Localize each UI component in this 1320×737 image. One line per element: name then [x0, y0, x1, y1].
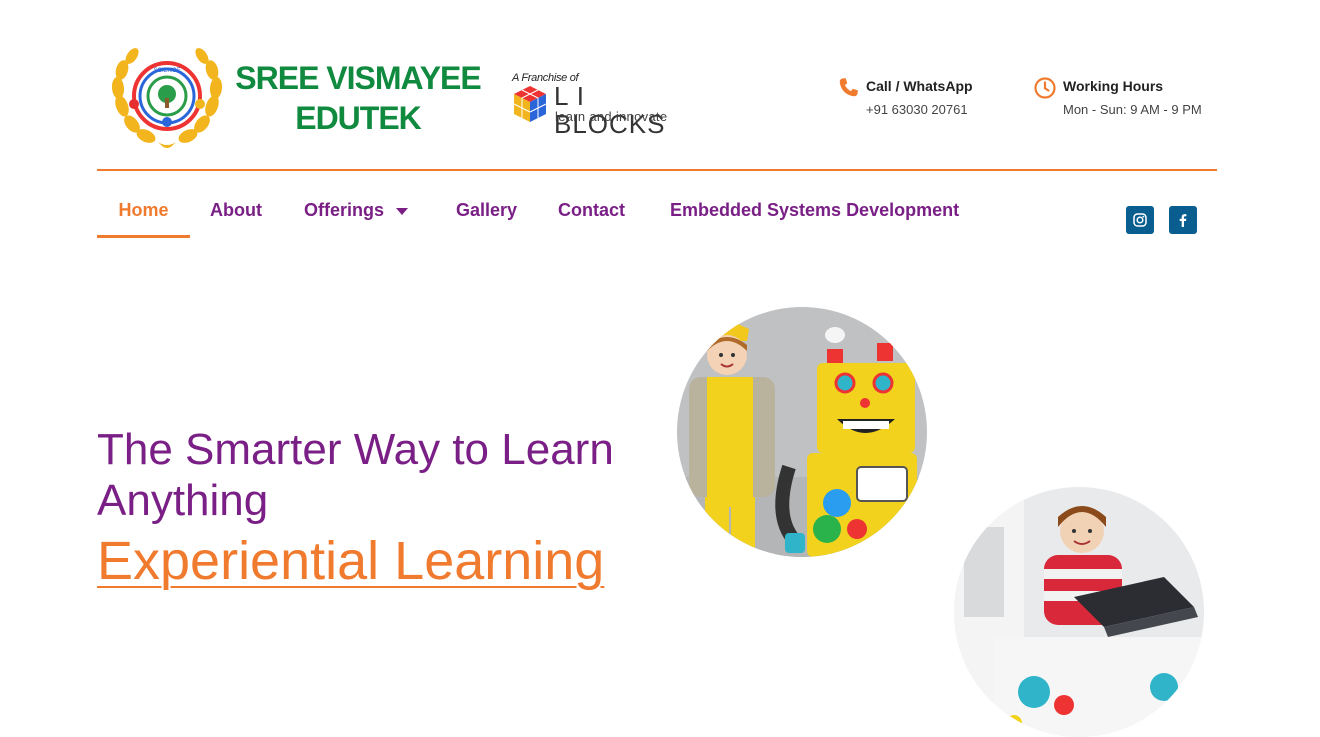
hero-subtitle-link[interactable]: Experiential Learning: [97, 530, 604, 592]
clock-icon: [1034, 77, 1056, 99]
hours-label: Working Hours: [1063, 78, 1164, 94]
facebook-icon: [1179, 214, 1187, 227]
nav-offerings-label: Offerings: [304, 200, 385, 220]
nav-home[interactable]: Home: [97, 200, 190, 238]
nav-embedded-label: Embedded Systems Development: [670, 200, 960, 220]
nav-contact-label: Contact: [558, 200, 625, 220]
nav-home-label: Home: [118, 200, 169, 220]
nav-about-label: About: [210, 200, 262, 220]
hero-photo-laptop: [954, 487, 1204, 737]
cube-icon: [513, 86, 547, 122]
hero-photo-robot: [677, 307, 927, 557]
franchise-tagline: learn and innovate: [555, 109, 668, 124]
chevron-down-icon[interactable]: [396, 207, 409, 215]
nav-offerings[interactable]: Offerings: [304, 200, 409, 238]
active-underline: [97, 235, 190, 238]
franchise-logo: A Franchise of L I BLOCKS learn and inno…: [512, 72, 682, 138]
hero-title: The Smarter Way to Learn Anything: [97, 425, 614, 525]
instagram-button[interactable]: [1126, 206, 1154, 234]
nav-gallery[interactable]: Gallery: [456, 200, 517, 238]
nav-embedded-systems[interactable]: Embedded Systems Development: [670, 200, 959, 238]
brand-name[interactable]: SREE VISMAYEE EDUTEK: [232, 58, 484, 138]
header-divider: [97, 169, 1217, 171]
brand-name-line1: SREE VISMAYEE: [235, 60, 481, 96]
facebook-button[interactable]: [1169, 206, 1197, 234]
call-label: Call / WhatsApp: [866, 78, 973, 94]
logo-emblem: SCIENCE: [111, 48, 223, 148]
hours-value: Mon - Sun: 9 AM - 9 PM: [1063, 102, 1202, 117]
nav-about[interactable]: About: [210, 200, 262, 238]
call-number[interactable]: +91 63030 20761: [866, 102, 968, 117]
svg-text:SCIENCE: SCIENCE: [154, 68, 181, 74]
nav-gallery-label: Gallery: [456, 200, 518, 220]
phone-icon: [839, 78, 858, 97]
instagram-icon: [1133, 213, 1147, 227]
brand-name-line2: EDUTEK: [295, 100, 422, 136]
nav-contact[interactable]: Contact: [558, 200, 625, 238]
